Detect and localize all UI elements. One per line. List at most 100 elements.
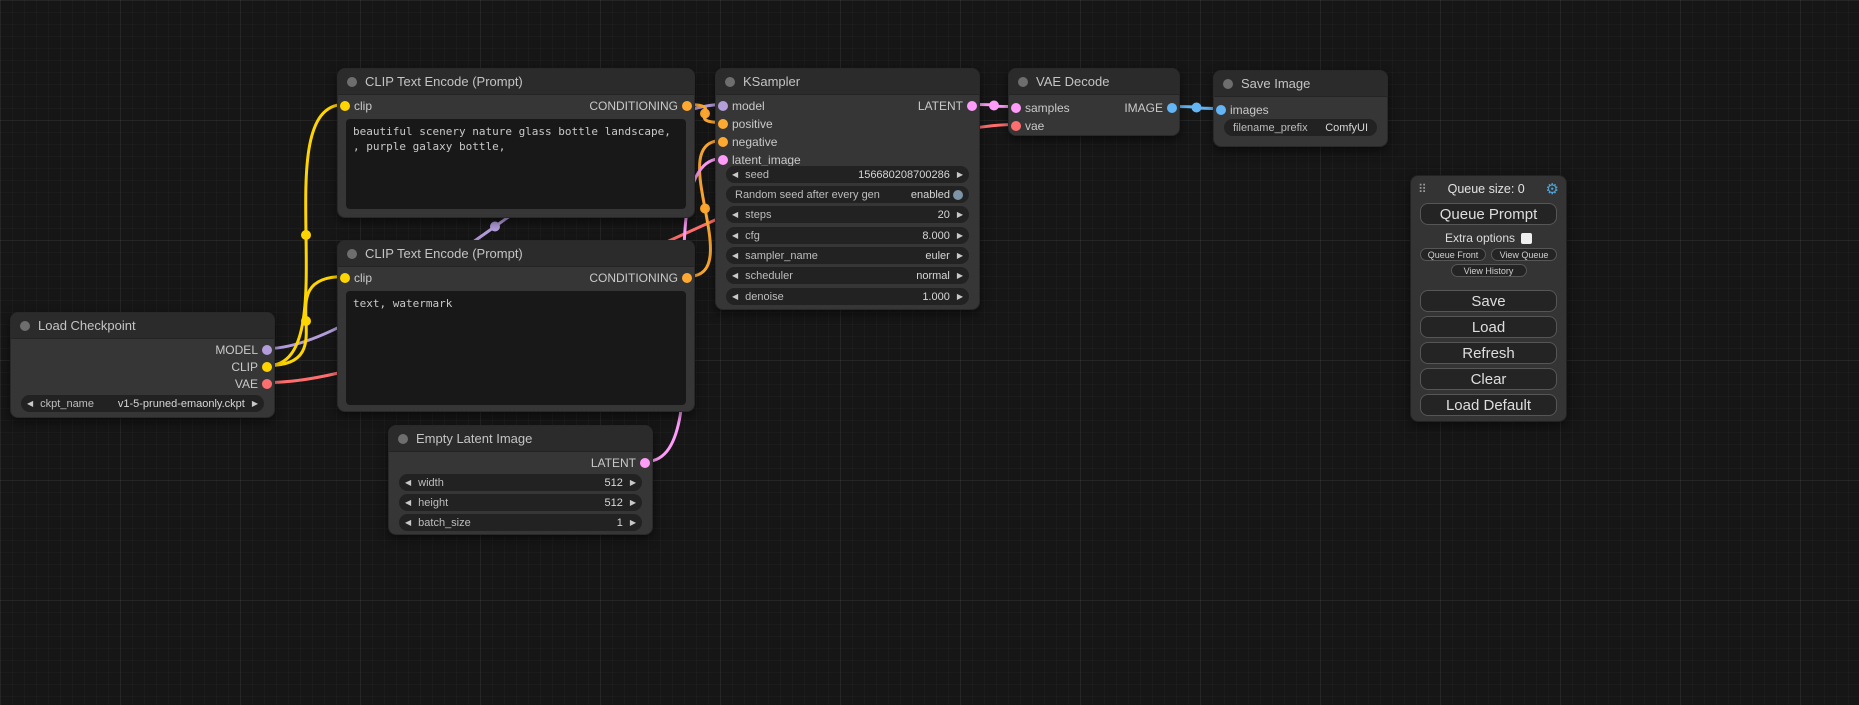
- node-title: CLIP Text Encode (Prompt): [365, 246, 523, 261]
- slot-row: CLIP: [11, 358, 274, 375]
- widget-width[interactable]: width 512: [399, 474, 642, 491]
- refresh-button[interactable]: Refresh: [1420, 342, 1557, 364]
- view-history-row: View History: [1411, 264, 1566, 277]
- widget-seed[interactable]: seed 156680208700286: [726, 166, 969, 183]
- widget-scheduler[interactable]: scheduler normal: [726, 267, 969, 284]
- view-queue-button[interactable]: View Queue: [1491, 248, 1557, 261]
- decrement-arrow-icon[interactable]: [732, 211, 738, 219]
- increment-arrow-icon[interactable]: [630, 499, 636, 507]
- link-midpoint-dot: [490, 222, 500, 232]
- clear-button[interactable]: Clear: [1420, 368, 1557, 390]
- output-port-model[interactable]: [262, 345, 272, 355]
- node-title-bar[interactable]: KSampler: [716, 69, 979, 95]
- collapse-dot-icon[interactable]: [725, 77, 735, 87]
- output-port-conditioning[interactable]: [682, 101, 692, 111]
- decrement-arrow-icon[interactable]: [27, 400, 33, 408]
- node-save-image[interactable]: Save Image images filename_prefix ComfyU…: [1213, 70, 1388, 147]
- output-port-vae[interactable]: [262, 379, 272, 389]
- increment-arrow-icon[interactable]: [957, 211, 963, 219]
- input-port-samples[interactable]: [1011, 103, 1021, 113]
- link-midpoint-dot: [1192, 103, 1202, 113]
- widget-steps[interactable]: steps 20: [726, 206, 969, 223]
- decrement-arrow-icon[interactable]: [732, 293, 738, 301]
- toggle-dot-icon[interactable]: [953, 190, 963, 200]
- output-port-latent[interactable]: [967, 101, 977, 111]
- input-port-model[interactable]: [718, 101, 728, 111]
- collapse-dot-icon[interactable]: [1018, 77, 1028, 87]
- decrement-arrow-icon[interactable]: [405, 479, 411, 487]
- input-port-clip[interactable]: [340, 273, 350, 283]
- output-port-image[interactable]: [1167, 103, 1177, 113]
- collapse-dot-icon[interactable]: [1223, 79, 1233, 89]
- widget-control-after-generate[interactable]: Random seed after every gen enabled: [726, 186, 969, 203]
- output-port-latent[interactable]: [640, 458, 650, 468]
- widget-filename-prefix[interactable]: filename_prefix ComfyUI: [1224, 119, 1377, 136]
- increment-arrow-icon[interactable]: [957, 293, 963, 301]
- decrement-arrow-icon[interactable]: [732, 171, 738, 179]
- input-port-latent-image[interactable]: [718, 155, 728, 165]
- node-title-bar[interactable]: CLIP Text Encode (Prompt): [338, 241, 694, 267]
- decrement-arrow-icon[interactable]: [405, 499, 411, 507]
- slot-row: negative: [716, 133, 979, 150]
- queue-front-button[interactable]: Queue Front: [1420, 248, 1486, 261]
- node-title-bar[interactable]: Save Image: [1214, 71, 1387, 97]
- node-title-bar[interactable]: Empty Latent Image: [389, 426, 652, 452]
- output-port-clip[interactable]: [262, 362, 272, 372]
- increment-arrow-icon[interactable]: [252, 400, 258, 408]
- save-button[interactable]: Save: [1420, 290, 1557, 312]
- collapse-dot-icon[interactable]: [347, 249, 357, 259]
- settings-gear-icon[interactable]: [1546, 182, 1559, 197]
- extra-options-checkbox[interactable]: [1521, 233, 1532, 244]
- widget-value: euler: [925, 250, 949, 262]
- collapse-dot-icon[interactable]: [347, 77, 357, 87]
- load-default-button[interactable]: Load Default: [1420, 394, 1557, 416]
- widget-ckpt-name[interactable]: ckpt_name v1-5-pruned-emaonly.ckpt: [21, 395, 264, 412]
- widget-height[interactable]: height 512: [399, 494, 642, 511]
- node-ksampler[interactable]: KSampler model LATENT positive negative …: [715, 68, 980, 310]
- node-title: CLIP Text Encode (Prompt): [365, 74, 523, 89]
- node-title: VAE Decode: [1036, 74, 1109, 89]
- increment-arrow-icon[interactable]: [957, 232, 963, 240]
- input-port-clip[interactable]: [340, 101, 350, 111]
- input-port-vae[interactable]: [1011, 121, 1021, 131]
- link-midpoint-dot: [301, 230, 311, 240]
- increment-arrow-icon[interactable]: [630, 519, 636, 527]
- input-port-negative[interactable]: [718, 137, 728, 147]
- slot-row: VAE: [11, 375, 274, 392]
- widget-denoise[interactable]: denoise 1.000: [726, 288, 969, 305]
- output-port-conditioning[interactable]: [682, 273, 692, 283]
- node-clip-text-encode-positive[interactable]: CLIP Text Encode (Prompt) clip CONDITION…: [337, 68, 695, 218]
- decrement-arrow-icon[interactable]: [732, 272, 738, 280]
- node-graph-canvas[interactable]: { "colors": { "model": "#b39ddb", "clip"…: [0, 0, 1859, 705]
- decrement-arrow-icon[interactable]: [732, 232, 738, 240]
- drag-handle-icon[interactable]: [1418, 183, 1427, 195]
- increment-arrow-icon[interactable]: [957, 272, 963, 280]
- widget-sampler-name[interactable]: sampler_name euler: [726, 247, 969, 264]
- prompt-textarea[interactable]: beautiful scenery nature glass bottle la…: [346, 119, 686, 209]
- queue-prompt-button[interactable]: Queue Prompt: [1420, 203, 1557, 225]
- node-load-checkpoint[interactable]: Load Checkpoint MODEL CLIP VAE ckpt_name…: [10, 312, 275, 418]
- input-port-positive[interactable]: [718, 119, 728, 129]
- node-empty-latent-image[interactable]: Empty Latent Image LATENT width 512 heig…: [388, 425, 653, 535]
- collapse-dot-icon[interactable]: [398, 434, 408, 444]
- decrement-arrow-icon[interactable]: [405, 519, 411, 527]
- widget-label: batch_size: [418, 517, 471, 529]
- decrement-arrow-icon[interactable]: [732, 252, 738, 260]
- prompt-textarea[interactable]: text, watermark: [346, 291, 686, 405]
- load-button[interactable]: Load: [1420, 316, 1557, 338]
- increment-arrow-icon[interactable]: [957, 252, 963, 260]
- view-history-button[interactable]: View History: [1451, 264, 1527, 277]
- increment-arrow-icon[interactable]: [957, 171, 963, 179]
- widget-label: Random seed after every gen: [735, 189, 880, 201]
- slot-row: images: [1214, 101, 1387, 118]
- widget-batch-size[interactable]: batch_size 1: [399, 514, 642, 531]
- node-vae-decode[interactable]: VAE Decode samples IMAGE vae: [1008, 68, 1180, 136]
- widget-cfg[interactable]: cfg 8.000: [726, 227, 969, 244]
- collapse-dot-icon[interactable]: [20, 321, 30, 331]
- node-title-bar[interactable]: CLIP Text Encode (Prompt): [338, 69, 694, 95]
- node-title-bar[interactable]: Load Checkpoint: [11, 313, 274, 339]
- input-port-images[interactable]: [1216, 105, 1226, 115]
- node-title-bar[interactable]: VAE Decode: [1009, 69, 1179, 95]
- increment-arrow-icon[interactable]: [630, 479, 636, 487]
- node-clip-text-encode-negative[interactable]: CLIP Text Encode (Prompt) clip CONDITION…: [337, 240, 695, 412]
